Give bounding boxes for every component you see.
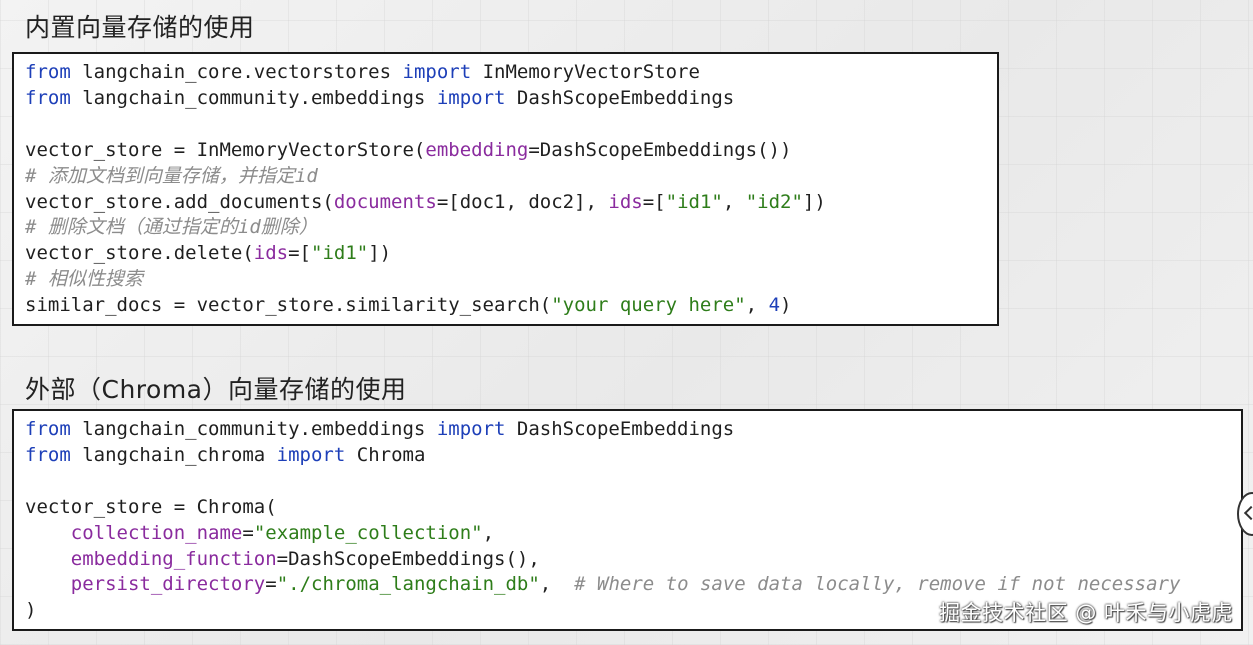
code-text: =[ <box>642 190 666 213</box>
code-comment: # Where to save data locally, remove if … <box>574 573 1181 596</box>
code-param: documents <box>333 190 437 213</box>
code-line: # 添加文档到向量存储，并指定id <box>25 165 318 187</box>
code-text: =DashScopeEmbeddings()) <box>528 138 792 161</box>
code-string: "./chroma_langchain_db" <box>276 573 540 596</box>
code-line: from langchain_community.embeddings impo… <box>25 418 734 440</box>
code-param: ids <box>608 190 643 213</box>
code-string: "your query here" <box>551 294 746 317</box>
code-line: similar_docs = vector_store.similarity_s… <box>25 294 791 316</box>
code-text: DashScopeEmbeddings <box>505 86 735 109</box>
code-text: ]) <box>802 190 826 213</box>
code-string: "id2" <box>745 190 803 213</box>
code-line: # 删除文档（通过指定的id删除） <box>25 216 318 238</box>
code-text: , <box>722 190 746 213</box>
code-text: ) <box>780 294 792 317</box>
code-block-builtin: from langchain_core.vectorstores import … <box>12 52 999 326</box>
code-param: embedding_function <box>70 547 277 570</box>
code-line: vector_store.delete(ids=["id1"]) <box>25 242 391 264</box>
code-text: =DashScopeEmbeddings(), <box>276 547 540 570</box>
code-text: vector_store.delete( <box>25 242 254 265</box>
code-keyword: import <box>436 86 506 109</box>
code-text: ]) <box>368 242 392 265</box>
code-text: =[ <box>288 242 311 265</box>
code-keyword: import <box>402 61 472 83</box>
code-number: 4 <box>768 294 781 317</box>
code-text: DashScopeEmbeddings <box>505 418 735 440</box>
code-line: persist_directory="./chroma_langchain_db… <box>25 573 1181 596</box>
code-keyword: from <box>25 61 71 83</box>
code-line: # 相似性搜索 <box>25 268 143 290</box>
code-line: from langchain_core.vectorstores import … <box>25 61 700 83</box>
code-text: langchain_community.embeddings <box>70 86 437 109</box>
code-text: , <box>745 294 769 317</box>
code-text: similar_docs = vector_store.similarity_s… <box>25 294 552 317</box>
code-content-chroma: from langchain_community.embeddings impo… <box>25 417 1180 624</box>
code-text: vector_store.add_documents( <box>25 190 334 213</box>
code-line: from langchain_community.embeddings impo… <box>25 87 734 109</box>
code-string: "id1" <box>665 190 723 213</box>
code-content-builtin: from langchain_core.vectorstores import … <box>25 60 826 319</box>
code-string: "id1" <box>311 242 369 265</box>
code-string: "example_collection" <box>253 521 483 544</box>
code-line: vector_store = Chroma( <box>25 496 277 518</box>
code-text: Chroma <box>345 443 426 466</box>
code-text: , <box>539 573 575 596</box>
code-text: vector_store = InMemoryVectorStore( <box>25 138 426 161</box>
code-comment: # 相似性搜索 <box>25 268 143 291</box>
code-keyword: import <box>436 418 506 440</box>
code-param: persist_directory <box>70 573 266 596</box>
code-text: langchain_chroma <box>70 443 277 466</box>
code-text: InMemoryVectorStore <box>471 61 700 83</box>
code-line: collection_name="example_collection", <box>25 522 494 544</box>
code-line: embedding_function=DashScopeEmbeddings()… <box>25 548 540 570</box>
code-comment: # 删除文档（通过指定的id删除） <box>25 216 318 239</box>
code-line: vector_store.add_documents(documents=[do… <box>25 191 826 213</box>
code-keyword: import <box>276 443 346 466</box>
code-line: ) <box>25 599 36 621</box>
code-text: , <box>482 521 495 544</box>
code-keyword: from <box>25 443 71 466</box>
code-keyword: from <box>25 418 71 440</box>
section-heading-chroma: 外部（Chroma）向量存储的使用 <box>25 375 407 404</box>
watermark: 掘金技术社区 @ 叶禾与小虎虎 <box>939 601 1233 625</box>
code-text: langchain_community.embeddings <box>70 418 437 440</box>
code-text: langchain_core.vectorstores <box>70 61 403 83</box>
code-text: = <box>265 573 277 596</box>
code-param: embedding <box>425 138 529 161</box>
code-text: vector_store = Chroma( <box>25 495 277 518</box>
code-keyword: from <box>25 86 71 109</box>
code-text: ) <box>25 599 37 622</box>
code-text: =[doc1, doc2], <box>436 190 609 213</box>
code-line: vector_store = InMemoryVectorStore(embed… <box>25 139 791 161</box>
code-text: = <box>242 521 254 544</box>
section-heading-builtin: 内置向量存储的使用 <box>25 13 255 42</box>
code-comment: # 添加文档到向量存储，并指定id <box>25 164 318 187</box>
code-param: ids <box>253 242 289 265</box>
code-line: from langchain_chroma import Chroma <box>25 444 425 466</box>
code-param: collection_name <box>70 521 243 544</box>
